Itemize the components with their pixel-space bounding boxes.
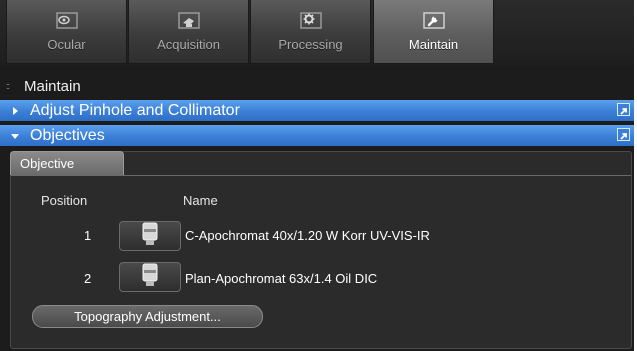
adjust-pinhole-collimator-header[interactable]: Adjust Pinhole and Collimator	[0, 100, 634, 121]
popout-icon[interactable]	[617, 103, 630, 116]
tab-processing-label: Processing	[278, 37, 343, 52]
section-title: :: Maintain	[0, 76, 81, 96]
collapse-arrow-icon[interactable]	[0, 131, 30, 141]
expand-arrow-icon[interactable]	[0, 106, 30, 116]
tab-processing[interactable]: Processing	[250, 0, 371, 64]
objective-lens-icon	[141, 222, 159, 251]
objective-name: C-Apochromat 40x/1.20 W Korr UV-VIS-IR	[185, 228, 430, 243]
popout-icon[interactable]	[617, 128, 630, 141]
tab-ocular-label: Ocular	[47, 37, 86, 52]
objective-button[interactable]	[119, 262, 181, 292]
tab-objective[interactable]: Objective	[10, 151, 124, 175]
objectives-label: Objectives	[30, 126, 105, 144]
objectives-header[interactable]: Objectives	[0, 125, 634, 146]
topography-adjustment-button[interactable]: Topography Adjustment...	[32, 305, 263, 328]
tab-bar: Ocular Acquisition Processing Maintain	[0, 0, 634, 66]
grip-icon: ::	[6, 81, 10, 91]
objective-name: Plan-Apochromat 63x/1.4 Oil DIC	[185, 271, 378, 286]
position-number: 2	[84, 271, 92, 286]
wrench-icon	[420, 8, 448, 34]
objective-button[interactable]	[119, 221, 181, 251]
adjust-pinhole-collimator-label: Adjust Pinhole and Collimator	[30, 101, 240, 119]
position-column-header: Position	[41, 193, 88, 208]
tab-ocular[interactable]: Ocular	[6, 0, 127, 64]
position-number: 1	[84, 228, 92, 243]
tab-acquisition[interactable]: Acquisition	[128, 0, 249, 64]
tab-maintain[interactable]: Maintain	[373, 0, 494, 64]
camera-icon	[175, 8, 203, 34]
section-title-label: Maintain	[24, 77, 81, 95]
gear-icon	[297, 8, 325, 34]
objective-lens-icon	[141, 263, 159, 292]
tab-acquisition-label: Acquisition	[157, 37, 220, 52]
tab-maintain-label: Maintain	[408, 37, 459, 52]
name-column-header: Name	[183, 193, 218, 208]
eye-icon	[53, 8, 81, 34]
maintain-tool-window: Ocular Acquisition Processing Maintain:…	[0, 0, 634, 351]
divider	[11, 175, 631, 176]
